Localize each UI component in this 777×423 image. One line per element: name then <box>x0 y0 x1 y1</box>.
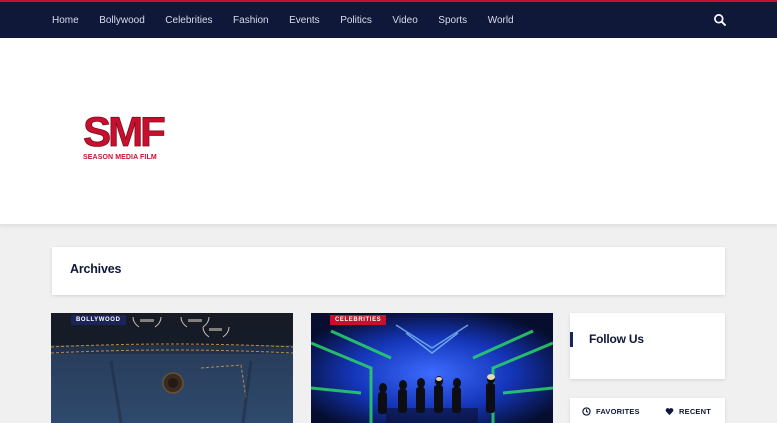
nav-item-celebrities[interactable]: Celebrities <box>165 15 212 26</box>
tab-recent[interactable]: RECENT <box>665 407 711 416</box>
nav-item-politics[interactable]: Politics <box>340 15 372 26</box>
search-icon[interactable] <box>713 13 727 27</box>
tab-label: RECENT <box>679 407 712 416</box>
top-navigation: Home Bollywood Celebrities Fashion Event… <box>0 0 777 38</box>
nav-item-video[interactable]: Video <box>392 15 417 26</box>
nav-item-home[interactable]: Home <box>52 15 79 26</box>
logo-mark-icon: SMF <box>83 108 166 154</box>
archives-header: Archives <box>52 247 725 295</box>
follow-us-widget: Follow Us <box>570 313 725 379</box>
nav-item-fashion[interactable]: Fashion <box>233 15 269 26</box>
tab-label: FAVORITES <box>596 407 640 416</box>
post-card[interactable]: BOLLYWOOD <box>51 313 293 423</box>
site-logo[interactable]: SMF SEASON MEDIA FILM <box>80 106 166 168</box>
category-badge[interactable]: BOLLYWOOD <box>71 315 126 325</box>
section-accent-bar <box>570 332 573 347</box>
page-title: Archives <box>70 262 122 276</box>
heart-icon <box>665 408 674 416</box>
nav-item-bollywood[interactable]: Bollywood <box>99 15 145 26</box>
site-header: SMF SEASON MEDIA FILM <box>0 38 777 225</box>
tab-favorites[interactable]: FAVORITES <box>582 407 640 416</box>
nav-item-world[interactable]: World <box>488 15 514 26</box>
nav-item-events[interactable]: Events <box>289 15 320 26</box>
widget-title: Follow Us <box>589 332 644 346</box>
post-card[interactable]: CELEBRITIES <box>311 313 553 423</box>
svg-text:SMF: SMF <box>83 108 165 154</box>
nav-menu: Home Bollywood Celebrities Fashion Event… <box>52 2 534 38</box>
logo-text: SEASON MEDIA FILM <box>83 154 157 161</box>
clock-icon <box>582 407 591 416</box>
nav-item-sports[interactable]: Sports <box>438 15 467 26</box>
post-thumbnail <box>51 313 293 423</box>
post-tabs-widget: FAVORITES RECENT <box>570 398 725 423</box>
category-badge[interactable]: CELEBRITIES <box>330 315 387 325</box>
post-thumbnail <box>311 313 553 423</box>
